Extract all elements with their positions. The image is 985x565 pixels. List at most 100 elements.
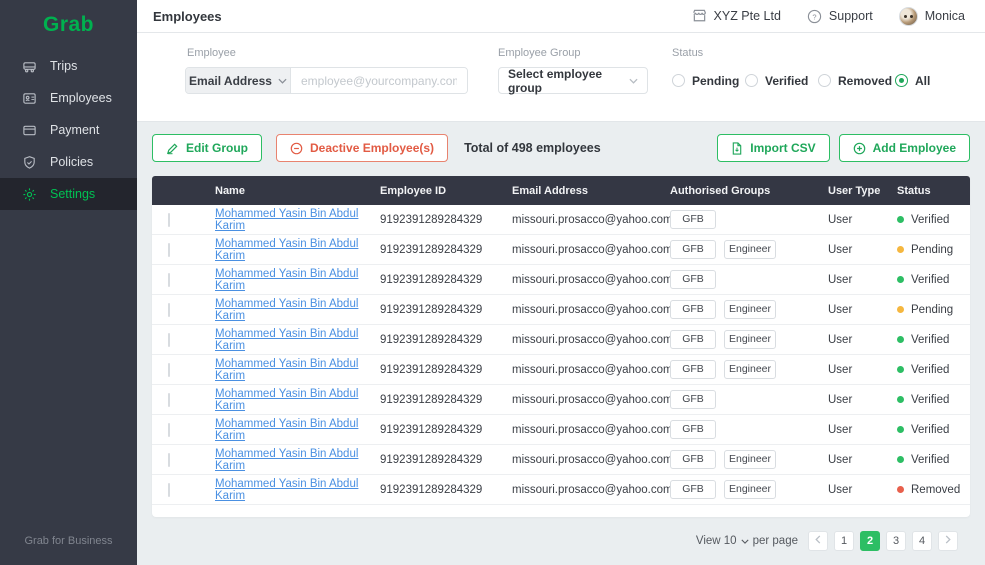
email-cell: missouri.prosacco@yahoo.com (512, 244, 670, 256)
status-cell: Verified (897, 214, 970, 226)
search-type-dropdown[interactable]: Email Address (186, 68, 291, 93)
radio-label: Verified (765, 74, 808, 88)
status-cell: Verified (897, 364, 970, 376)
employee-id-cell: 9192391289284329 (380, 274, 512, 286)
radio-label: All (915, 74, 930, 88)
row-checkbox[interactable] (168, 393, 170, 407)
table-row: Mohammed Yasin Bin Abdul Karim 919239128… (152, 265, 970, 295)
row-checkbox[interactable] (168, 243, 170, 257)
employee-id-cell: 9192391289284329 (380, 394, 512, 406)
row-checkbox[interactable] (168, 363, 170, 377)
row-checkbox[interactable] (168, 213, 170, 227)
row-checkbox[interactable] (168, 273, 170, 287)
employee-name-link[interactable]: Mohammed Yasin Bin Abdul Karim (215, 358, 358, 382)
sidebar-item-payment[interactable]: Payment (0, 114, 137, 146)
user-type-cell: User (828, 484, 897, 496)
status-radio-all[interactable]: All (895, 67, 930, 94)
groups-cell: GFB Engineer (670, 480, 828, 499)
employee-group-select[interactable]: Select employee group (498, 67, 648, 94)
employee-name-link[interactable]: Mohammed Yasin Bin Abdul Karim (215, 238, 358, 262)
sidebar-item-settings[interactable]: Settings (0, 178, 137, 210)
group-chip[interactable]: Engineer (724, 300, 776, 319)
per-page-dropdown[interactable]: View 10 per page (696, 535, 798, 547)
group-chip[interactable]: Engineer (724, 480, 776, 499)
employee-name-link[interactable]: Mohammed Yasin Bin Abdul Karim (215, 268, 358, 292)
status-cell: Removed (897, 484, 970, 496)
question-circle-icon: ? (807, 9, 822, 24)
support-label: Support (829, 9, 873, 23)
status-radio-verified[interactable]: Verified (745, 67, 808, 94)
group-chip[interactable]: GFB (670, 450, 716, 469)
status-radio-removed[interactable]: Removed (818, 67, 892, 94)
employee-name-link[interactable]: Mohammed Yasin Bin Abdul Karim (215, 418, 358, 442)
sidebar-item-label: Settings (50, 187, 95, 201)
radio-label: Removed (838, 74, 892, 88)
group-chip[interactable]: GFB (670, 210, 716, 229)
row-checkbox[interactable] (168, 303, 170, 317)
column-header-email-address: Email Address (512, 185, 670, 197)
group-chip[interactable]: GFB (670, 270, 716, 289)
user-type-cell: User (828, 334, 897, 346)
group-chip[interactable]: Engineer (724, 240, 776, 259)
status-label: Verified (911, 334, 949, 346)
status-cell: Pending (897, 244, 970, 256)
prev-page-button[interactable] (808, 531, 828, 551)
sidebar-item-policies[interactable]: Policies (0, 146, 137, 178)
status-cell: Verified (897, 394, 970, 406)
edit-group-button[interactable]: Edit Group (152, 134, 262, 162)
group-chip[interactable]: GFB (670, 480, 716, 499)
table-row: Mohammed Yasin Bin Abdul Karim 919239128… (152, 445, 970, 475)
group-chip[interactable]: Engineer (724, 360, 776, 379)
avatar (899, 7, 918, 26)
employee-name-link[interactable]: Mohammed Yasin Bin Abdul Karim (215, 448, 358, 472)
group-chip[interactable]: GFB (670, 300, 716, 319)
group-chip[interactable]: Engineer (724, 450, 776, 469)
groups-cell: GFB Engineer (670, 360, 828, 379)
status-label: Verified (911, 394, 949, 406)
employee-id-cell: 9192391289284329 (380, 244, 512, 256)
support-link[interactable]: ? Support (807, 9, 873, 24)
page-button-3[interactable]: 3 (886, 531, 906, 551)
row-checkbox[interactable] (168, 453, 170, 467)
sidebar-item-employees[interactable]: Employees (0, 82, 137, 114)
status-radio-pending[interactable]: Pending (672, 67, 739, 94)
id-card-icon (21, 90, 37, 106)
page-button-2[interactable]: 2 (860, 531, 880, 551)
user-menu[interactable]: Monica (899, 7, 965, 26)
group-chip[interactable]: GFB (670, 330, 716, 349)
employee-search-input[interactable] (291, 68, 467, 93)
group-chip[interactable]: GFB (670, 360, 716, 379)
page-button-4[interactable]: 4 (912, 531, 932, 551)
company-menu[interactable]: XYZ Pte Ltd (692, 9, 781, 24)
row-checkbox[interactable] (168, 423, 170, 437)
status-dot-icon (897, 486, 904, 493)
plus-circle-icon (853, 142, 866, 155)
employee-name-link[interactable]: Mohammed Yasin Bin Abdul Karim (215, 478, 358, 502)
employee-name-link[interactable]: Mohammed Yasin Bin Abdul Karim (215, 208, 358, 232)
table-row: Mohammed Yasin Bin Abdul Karim 919239128… (152, 205, 970, 235)
group-chip[interactable]: Engineer (724, 330, 776, 349)
group-chip[interactable]: GFB (670, 240, 716, 259)
sidebar-item-label: Employees (50, 91, 112, 105)
app-window: Grab TripsEmployeesPaymentPoliciesSettin… (0, 0, 985, 565)
employee-id-cell: 9192391289284329 (380, 364, 512, 376)
chevron-down-icon (741, 539, 749, 544)
radio-icon (745, 74, 758, 87)
page-button-1[interactable]: 1 (834, 531, 854, 551)
sidebar-item-trips[interactable]: Trips (0, 50, 137, 82)
table-row: Mohammed Yasin Bin Abdul Karim 919239128… (152, 385, 970, 415)
radio-label: Pending (692, 74, 739, 88)
employee-name-link[interactable]: Mohammed Yasin Bin Abdul Karim (215, 298, 358, 322)
import-csv-button[interactable]: Import CSV (717, 134, 829, 162)
add-employee-button[interactable]: Add Employee (839, 134, 970, 162)
employee-name-link[interactable]: Mohammed Yasin Bin Abdul Karim (215, 328, 358, 352)
status-dot-icon (897, 456, 904, 463)
employee-name-link[interactable]: Mohammed Yasin Bin Abdul Karim (215, 388, 358, 412)
row-checkbox[interactable] (168, 333, 170, 347)
group-chip[interactable]: GFB (670, 390, 716, 409)
group-chip[interactable]: GFB (670, 420, 716, 439)
row-checkbox[interactable] (168, 483, 170, 497)
next-page-button[interactable] (938, 531, 958, 551)
deactivate-employees-button[interactable]: Deactive Employee(s) (276, 134, 448, 162)
employee-search-group: Email Address (185, 67, 468, 94)
